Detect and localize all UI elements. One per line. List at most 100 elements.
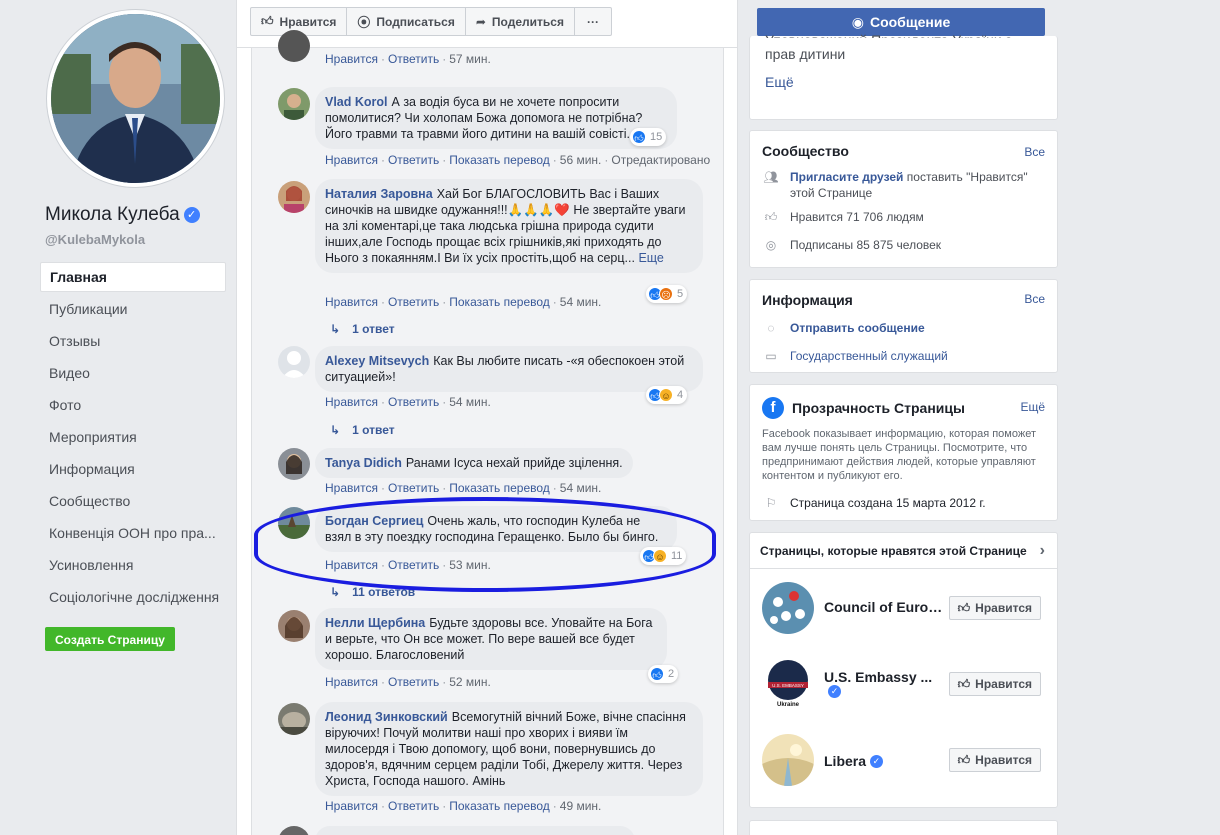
see-more-link[interactable]: Еще: [638, 251, 663, 265]
nav-item-posts[interactable]: Публикации: [40, 294, 226, 326]
translate-link[interactable]: Показать перевод: [449, 153, 550, 167]
nav-item-home[interactable]: Главная: [40, 262, 226, 292]
reply-link[interactable]: Ответить: [388, 675, 439, 689]
nav-item-photos[interactable]: Фото: [40, 390, 226, 422]
like-link[interactable]: Нравится: [325, 799, 378, 813]
info-all-link[interactable]: Все: [1024, 292, 1045, 306]
comment-time[interactable]: 54 мин.: [560, 295, 602, 309]
comment-author[interactable]: Наталия Заровна: [325, 187, 433, 201]
nav-item-community[interactable]: Сообщество: [40, 486, 226, 518]
category-link[interactable]: Государственный служащий: [790, 348, 948, 364]
share-button[interactable]: ➦ Поделиться: [466, 8, 575, 35]
reply-link[interactable]: Ответить: [388, 481, 439, 495]
svg-text:U.S. EMBASSY: U.S. EMBASSY: [772, 683, 804, 688]
nav-item-info[interactable]: Информация: [40, 454, 226, 486]
like-link[interactable]: Нравится: [325, 295, 378, 309]
comment-actions: Нравится · Ответить · 53 мин.: [325, 558, 491, 572]
like-page-button[interactable]: 👍︎ Нравится: [948, 748, 1041, 772]
reactions-badge[interactable]: 👍︎ ☺ 11: [640, 547, 687, 565]
reply-link[interactable]: Ответить: [388, 558, 439, 572]
like-link[interactable]: Нравится: [325, 52, 378, 66]
comment-author[interactable]: Богдан Сергиец: [325, 514, 423, 528]
commenter-avatar[interactable]: [278, 826, 310, 835]
reply-link[interactable]: Ответить: [388, 52, 439, 66]
invite-friends-link[interactable]: Пригласите друзей: [790, 170, 903, 184]
page-handle[interactable]: @KulebaMykola: [45, 232, 145, 247]
liked-pages-header[interactable]: Страницы, которые нравятся этой Странице…: [750, 533, 1057, 569]
page-avatar[interactable]: [762, 582, 814, 634]
comment-time[interactable]: 53 мин.: [449, 558, 491, 572]
like-link[interactable]: Нравится: [325, 395, 378, 409]
commenter-avatar[interactable]: [278, 448, 310, 480]
reply-link[interactable]: Ответить: [388, 395, 439, 409]
follow-button[interactable]: ⦿ Подписаться: [347, 8, 466, 35]
comment-time[interactable]: 54 мин.: [449, 395, 491, 409]
nav-item-reviews[interactable]: Отзывы: [40, 326, 226, 358]
commenter-avatar[interactable]: [278, 610, 310, 642]
reactions-badge[interactable]: 👍︎ ☹ 5: [646, 285, 688, 303]
nav-item-sociology[interactable]: Соціологічне дослідження: [40, 582, 226, 614]
about-more-link[interactable]: Ещё: [765, 72, 1042, 92]
page-name[interactable]: Council of Europ...: [824, 599, 944, 615]
commenter-avatar[interactable]: [278, 346, 310, 378]
comment-time[interactable]: 56 мин.: [560, 153, 602, 167]
like-link[interactable]: Нравится: [325, 675, 378, 689]
transparency-more-link[interactable]: Ещё: [1020, 400, 1045, 414]
like-link[interactable]: Нравится: [325, 481, 378, 495]
page-avatar[interactable]: U.S. EMBASSY Ukraine: [762, 658, 814, 710]
community-all-link[interactable]: Все: [1024, 145, 1045, 159]
page-title: Микола Кулеба ✓: [45, 204, 200, 226]
comment-bubble: Нелли Щербина Будьте здоровы все. Уповайт…: [315, 608, 667, 670]
page-name[interactable]: U.S. Embassy ...: [824, 669, 932, 685]
translate-link[interactable]: Показать перевод: [449, 799, 550, 813]
community-title: Сообщество: [762, 143, 849, 159]
view-replies-link[interactable]: ↳ 11 ответов: [330, 585, 415, 599]
like-link[interactable]: Нравится: [325, 153, 378, 167]
laugh-reaction-icon: ☺: [653, 549, 667, 563]
comment-author[interactable]: Vlad Korol: [325, 95, 388, 109]
comment-author[interactable]: Нелли Щербина: [325, 616, 425, 630]
translate-link[interactable]: Показать перевод: [449, 481, 550, 495]
commenter-avatar[interactable]: [278, 30, 310, 62]
send-message-link[interactable]: Отправить сообщение: [790, 320, 925, 336]
nav-item-videos[interactable]: Видео: [40, 358, 226, 390]
page-nav: Главная Публикации Отзывы Видео Фото Мер…: [40, 262, 226, 614]
like-page-button[interactable]: 👍︎ Нравится: [948, 596, 1041, 620]
liked-pages-card: Страницы, которые нравятся этой Странице…: [749, 532, 1058, 808]
reply-link[interactable]: Ответить: [388, 153, 439, 167]
view-replies-link[interactable]: ↳ 1 ответ: [330, 423, 395, 437]
commenter-avatar[interactable]: [278, 703, 310, 735]
reactions-badge[interactable]: 👍︎ 2: [648, 665, 679, 683]
like-page-button[interactable]: 👍︎ Нравится: [948, 672, 1041, 696]
angry-reaction-icon: ☹: [659, 287, 673, 301]
commenter-avatar[interactable]: [278, 507, 310, 539]
create-page-button[interactable]: Создать Страницу: [45, 627, 175, 651]
reply-arrow-icon: ↳: [330, 322, 341, 336]
more-button[interactable]: ···: [575, 8, 611, 35]
reactions-badge[interactable]: 👍︎ ☺ 4: [646, 386, 688, 404]
translate-link[interactable]: Показать перевод: [449, 295, 550, 309]
nav-item-events[interactable]: Мероприятия: [40, 422, 226, 454]
nav-item-adoption[interactable]: Усиновлення: [40, 550, 226, 582]
reactions-badge[interactable]: 👍︎ 15: [630, 128, 667, 146]
commenter-avatar[interactable]: [278, 181, 310, 213]
reply-link[interactable]: Ответить: [388, 295, 439, 309]
profile-avatar[interactable]: [47, 10, 224, 187]
edited-label[interactable]: Отредактировано: [611, 153, 710, 167]
thumbs-up-icon: 👍︎: [957, 752, 971, 767]
comment-time[interactable]: 52 мин.: [449, 675, 491, 689]
info-title: Информация: [762, 292, 853, 308]
nav-item-un-convention[interactable]: Конвенція ООН про пра...: [40, 518, 226, 550]
comment-author[interactable]: Tanya Didich: [325, 456, 402, 470]
page-avatar[interactable]: [762, 734, 814, 786]
comment-author[interactable]: Леонид Зинковский: [325, 710, 448, 724]
like-link[interactable]: Нравится: [325, 558, 378, 572]
page-name[interactable]: Libera ✓: [824, 753, 883, 769]
comment-author[interactable]: Alexey Mitsevych: [325, 354, 429, 368]
view-replies-link[interactable]: ↳ 1 ответ: [330, 322, 395, 336]
comment-time[interactable]: 49 мин.: [560, 799, 602, 813]
comment-time[interactable]: 57 мин.: [449, 52, 491, 66]
comment-time[interactable]: 54 мин.: [560, 481, 602, 495]
reply-link[interactable]: Ответить: [388, 799, 439, 813]
commenter-avatar[interactable]: [278, 88, 310, 120]
